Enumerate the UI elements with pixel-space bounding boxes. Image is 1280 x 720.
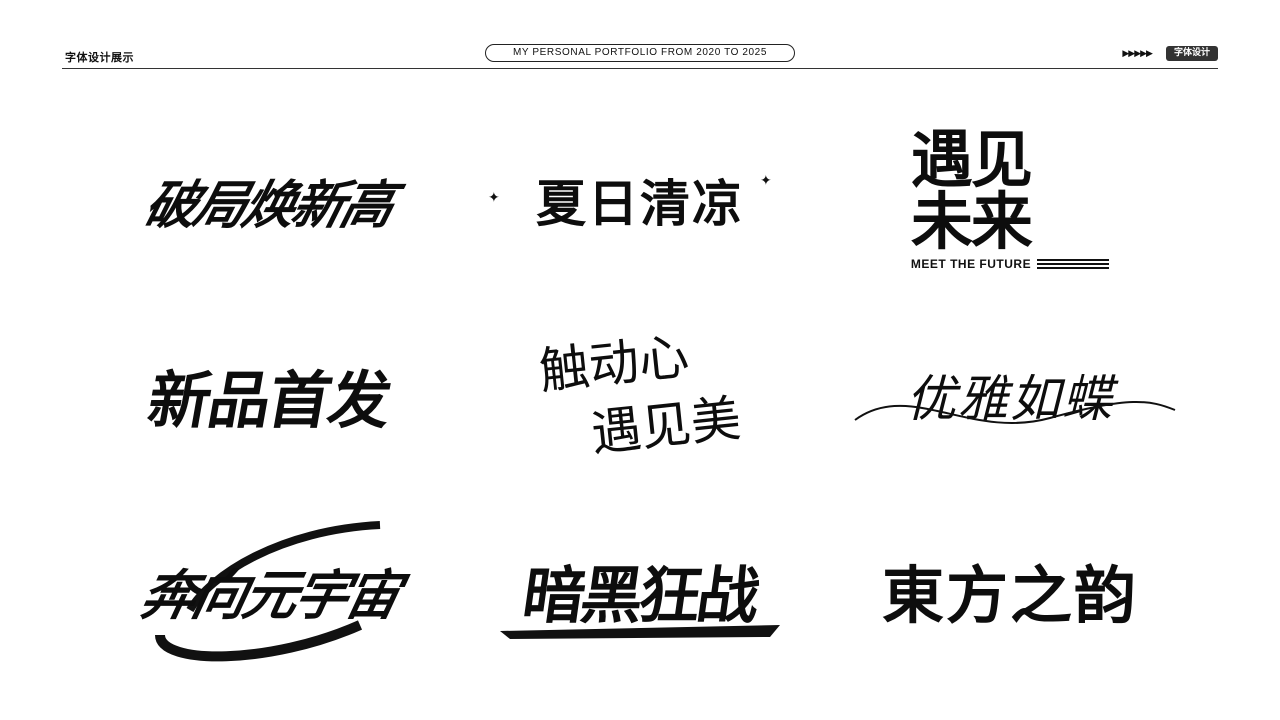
- work-4-title: 新品首发: [142, 364, 396, 437]
- work-3-subtitle-row: MEET THE FUTURE: [910, 257, 1110, 271]
- work-1: 破局焕新高: [90, 115, 450, 285]
- work-9: 東方之韵: [830, 505, 1190, 675]
- sparkle-icon: ✦: [488, 190, 500, 206]
- work-8: 暗黑狂战: [460, 505, 820, 675]
- stripe-decoration: [1037, 259, 1110, 269]
- work-2-title: 夏日清凉: [536, 175, 744, 233]
- work-6: 优雅如蝶: [830, 310, 1190, 480]
- work-9-title: 東方之韵: [881, 559, 1138, 632]
- work-3-title-line1: 遇见: [910, 123, 1033, 196]
- page-header: 字体设计展示 MY PERSONAL PORTFOLIO FROM 2020 T…: [62, 44, 1218, 69]
- work-8-title: 暗黑狂战: [518, 559, 761, 632]
- work-1-title: 破局焕新高: [138, 175, 399, 236]
- work-4: 新品首发: [90, 310, 450, 480]
- work-7: 奔向元宇宙: [90, 505, 450, 675]
- work-5-title-line2: 遇见美: [588, 389, 744, 463]
- header-right: ▶▶▶▶▶ 字体设计: [1122, 46, 1218, 61]
- arrow-icon: ▶▶▶▶▶: [1122, 48, 1153, 59]
- work-5: 触动心 遇见美: [460, 310, 820, 480]
- work-5-block: 触动心 遇见美: [536, 327, 743, 462]
- work-7-title: 奔向元宇宙: [134, 563, 404, 627]
- work-3-subtitle: MEET THE FUTURE: [910, 257, 1032, 271]
- work-2: ✦ ✦ 夏日清凉: [460, 115, 820, 285]
- work-3-block: 遇见 未来 MEET THE FUTURE: [910, 123, 1110, 271]
- portfolio-banner: MY PERSONAL PORTFOLIO FROM 2020 TO 2025: [485, 44, 795, 62]
- work-3: 遇见 未来 MEET THE FUTURE: [830, 115, 1190, 285]
- sparkle-icon: ✦: [760, 173, 772, 189]
- typography-grid: 破局焕新高 ✦ ✦ 夏日清凉 遇见 未来 MEET THE FUTURE 新品首…: [90, 115, 1200, 675]
- work-6-title: 优雅如蝶: [906, 370, 1114, 428]
- work-5-title-line1: 触动心: [536, 327, 692, 401]
- category-tag: 字体设计: [1165, 46, 1218, 61]
- section-title: 字体设计展示: [65, 51, 134, 64]
- work-3-title-line2: 未来: [910, 185, 1033, 258]
